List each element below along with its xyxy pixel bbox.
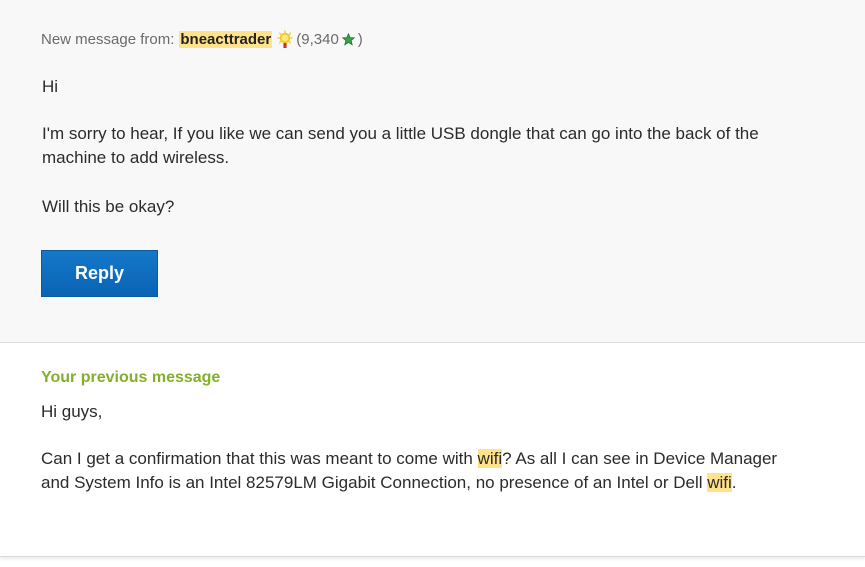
message-paragraph-2: Will this be okay? xyxy=(42,197,175,216)
kudos-close: ) xyxy=(357,30,363,48)
message-paragraph-1: I'm sorry to hear, If you like we can se… xyxy=(42,124,759,167)
previous-message-section: Your previous message Hi guys, Can I get… xyxy=(0,343,865,557)
kudos-count: (9,340 xyxy=(296,30,339,48)
search-highlight: wifi xyxy=(477,449,503,468)
reply-button[interactable]: Reply xyxy=(41,250,158,297)
from-label: New message from: xyxy=(41,30,175,48)
search-highlight: wifi xyxy=(707,473,732,492)
message-greeting: Hi xyxy=(42,77,59,96)
previous-greeting: Hi guys, xyxy=(41,402,103,421)
star-icon xyxy=(341,32,356,46)
sender-username[interactable]: bneacttrader xyxy=(179,30,273,48)
previous-text-part-1: Can I get a confirmation that this was m… xyxy=(41,449,478,468)
previous-text-part-3: . xyxy=(731,473,737,492)
previous-message-heading: Your previous message xyxy=(41,369,221,386)
previous-paragraph: Can I get a confirmation that this was m… xyxy=(41,447,801,495)
new-message-card: New message from: bneacttrader (9,340) … xyxy=(0,0,865,343)
sun-medal-icon xyxy=(275,29,295,49)
message-header: New message from: bneacttrader (9,340) xyxy=(41,29,363,49)
